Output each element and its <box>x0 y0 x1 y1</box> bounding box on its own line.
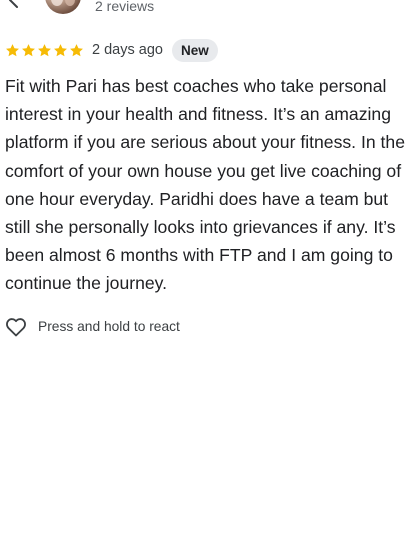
heart-outline-icon[interactable] <box>4 315 28 339</box>
rating-row: 2 days ago New <box>5 38 218 62</box>
star-icon <box>6 43 19 56</box>
avatar[interactable] <box>45 0 81 14</box>
back-button[interactable] <box>4 0 24 10</box>
star-icon <box>38 43 51 56</box>
star-icon <box>70 43 83 56</box>
reviews-count[interactable]: 2 reviews <box>95 0 154 15</box>
star-icon <box>22 43 35 56</box>
star-rating <box>5 43 84 58</box>
chevron-left-icon <box>9 0 18 8</box>
react-button[interactable]: Press and hold to react <box>4 315 180 339</box>
new-badge: New <box>171 38 218 62</box>
reviewer-header: 2 reviews <box>0 0 420 22</box>
react-label: Press and hold to react <box>38 319 180 334</box>
star-icon <box>54 43 67 56</box>
review-date: 2 days ago <box>92 42 163 58</box>
review-text: Fit with Pari has best coaches who take … <box>5 76 405 294</box>
